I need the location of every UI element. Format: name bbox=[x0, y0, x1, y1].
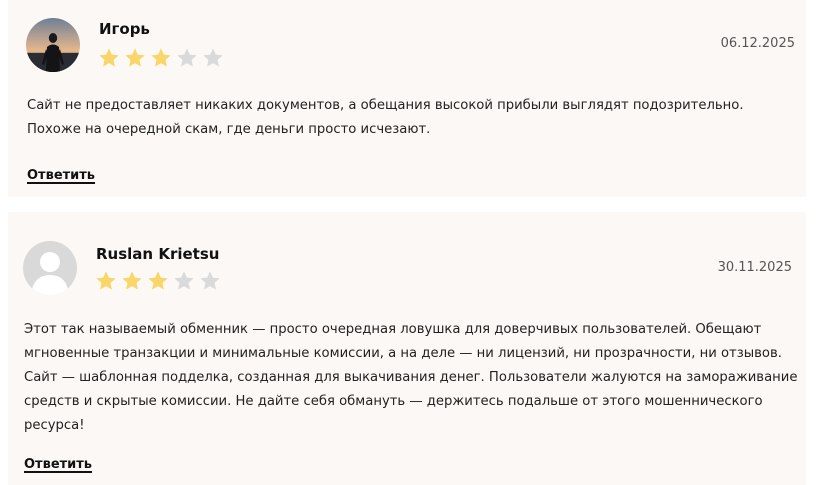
review-text: Этот так называемый обменник — просто оч… bbox=[24, 322, 798, 433]
avatar bbox=[26, 18, 80, 72]
star-filled-icon bbox=[99, 48, 119, 67]
review-date: 06.12.2025 bbox=[720, 36, 795, 51]
reply-link[interactable]: Ответить bbox=[24, 457, 92, 472]
star-empty-icon bbox=[200, 271, 220, 290]
user-photo-icon bbox=[26, 18, 80, 72]
review-card: Игорь 06.12.2025 Сайт не предоставляет н… bbox=[8, 0, 806, 197]
star-empty-icon bbox=[177, 48, 197, 67]
avatar bbox=[23, 241, 77, 295]
star-rating bbox=[95, 270, 221, 292]
reply-link[interactable]: Ответить bbox=[27, 168, 95, 183]
star-filled-icon bbox=[151, 48, 171, 67]
star-empty-icon bbox=[174, 271, 194, 290]
star-rating bbox=[98, 47, 224, 69]
star-filled-icon bbox=[96, 271, 116, 290]
author-name: Ruslan Krietsu bbox=[96, 245, 220, 263]
review-date: 30.11.2025 bbox=[717, 260, 792, 275]
author-name: Игорь bbox=[99, 20, 150, 38]
review-text: Сайт не предоставляет никаких документов… bbox=[27, 98, 744, 137]
star-empty-icon bbox=[203, 48, 223, 67]
star-filled-icon bbox=[148, 271, 168, 290]
review-card: Ruslan Krietsu 30.11.2025 Этот так назыв… bbox=[8, 212, 806, 485]
star-filled-icon bbox=[122, 271, 142, 290]
default-user-icon bbox=[23, 241, 77, 295]
star-filled-icon bbox=[125, 48, 145, 67]
